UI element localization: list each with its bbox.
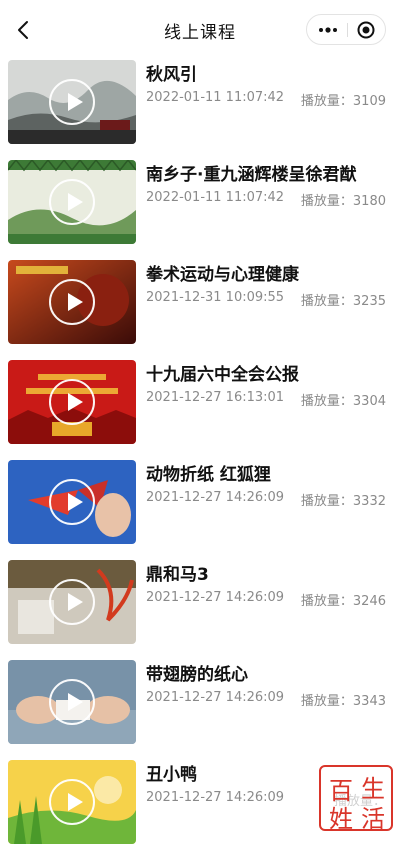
- list-item[interactable]: 秋风引 2022-01-11 11:07:42 播放量：3109: [0, 58, 400, 144]
- publish-date: 2021-12-31 10:09:55: [146, 290, 285, 305]
- list-item[interactable]: 南乡子·重九涵辉楼呈徐君猷 2022-01-11 11:07:42 播放量：31…: [0, 158, 400, 244]
- play-icon[interactable]: [49, 479, 95, 525]
- play-icon[interactable]: [49, 579, 95, 625]
- watermark-seal: 百 生 姓 活: [319, 765, 393, 833]
- publish-date: 2022-01-11 11:07:42: [146, 90, 285, 105]
- course-title[interactable]: 鼎和马3: [146, 560, 209, 585]
- publish-date: 2021-12-27 14:26:09: [146, 490, 285, 505]
- course-title[interactable]: 十九届六中全会公报: [146, 360, 299, 385]
- course-title[interactable]: 带翅膀的纸心: [146, 660, 248, 685]
- list-item[interactable]: 动物折纸 红狐狸 2021-12-27 14:26:09 播放量：3332: [0, 458, 400, 544]
- play-count: 播放量：3332: [300, 494, 386, 509]
- play-count: 播放量：3109: [300, 94, 386, 109]
- course-title[interactable]: 丑小鸭: [146, 760, 197, 785]
- video-thumbnail[interactable]: [8, 360, 136, 444]
- play-count: 播放量：3343: [300, 694, 386, 709]
- play-icon[interactable]: [49, 179, 95, 225]
- video-thumbnail[interactable]: [8, 460, 136, 544]
- course-title[interactable]: 拳术运动与心理健康: [146, 260, 299, 285]
- seal-char: 活: [361, 805, 385, 833]
- publish-date: 2021-12-27 14:26:09: [146, 590, 285, 605]
- play-count: 播放量：3235: [300, 294, 386, 309]
- target-circle-icon[interactable]: [357, 21, 375, 39]
- video-thumbnail[interactable]: [8, 660, 136, 744]
- list-item[interactable]: 带翅膀的纸心 2021-12-27 14:26:09 播放量：3343: [0, 658, 400, 744]
- play-icon[interactable]: [49, 279, 95, 325]
- list-item[interactable]: 十九届六中全会公报 2021-12-27 16:13:01 播放量：3304: [0, 358, 400, 444]
- play-count: 播放量：3246: [300, 594, 386, 609]
- navigation-bar: 线上课程: [0, 0, 400, 56]
- mini-program-capsule: [306, 14, 386, 45]
- video-thumbnail[interactable]: [8, 60, 136, 144]
- video-thumbnail[interactable]: [8, 160, 136, 244]
- more-dots-icon[interactable]: [317, 23, 339, 37]
- video-thumbnail[interactable]: [8, 760, 136, 844]
- publish-date: 2021-12-27 14:26:09: [146, 690, 285, 705]
- course-title[interactable]: 南乡子·重九涵辉楼呈徐君猷: [146, 160, 356, 185]
- course-title[interactable]: 动物折纸 红狐狸: [146, 460, 271, 485]
- course-title[interactable]: 秋风引: [146, 60, 197, 85]
- capsule-divider: [347, 23, 348, 37]
- play-icon[interactable]: [49, 79, 95, 125]
- video-thumbnail[interactable]: [8, 560, 136, 644]
- seal-char: 姓: [329, 805, 353, 833]
- publish-date: 2021-12-27 14:26:09: [146, 790, 285, 805]
- play-count: 播放量：3304: [300, 394, 386, 409]
- list-item[interactable]: 鼎和马3 2021-12-27 14:26:09 播放量：3246: [0, 558, 400, 644]
- play-count: 播放量：3180: [300, 194, 386, 209]
- play-icon[interactable]: [49, 679, 95, 725]
- video-thumbnail[interactable]: [8, 260, 136, 344]
- play-icon[interactable]: [49, 779, 95, 825]
- list-item[interactable]: 拳术运动与心理健康 2021-12-31 10:09:55 播放量：3235: [0, 258, 400, 344]
- publish-date: 2022-01-11 11:07:42: [146, 190, 285, 205]
- publish-date: 2021-12-27 16:13:01: [146, 390, 285, 405]
- play-icon[interactable]: [49, 379, 95, 425]
